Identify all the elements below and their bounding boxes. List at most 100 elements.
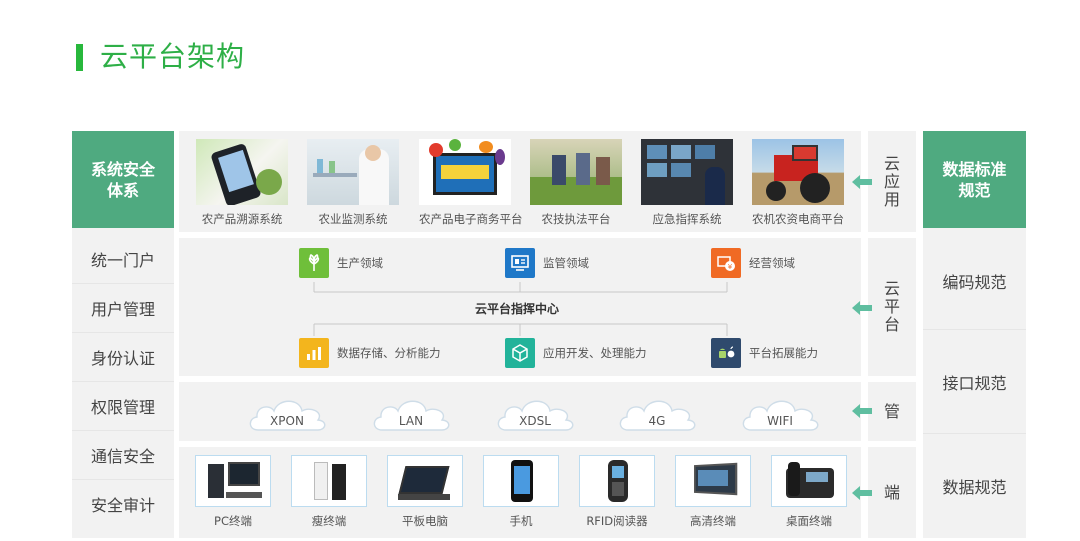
title-accent-bar [76,44,83,71]
platform-item: 生产领域 [299,248,383,278]
network-cloud: XPON [244,394,330,434]
svg-text:¥: ¥ [728,263,733,271]
security-item: 权限管理 [72,381,174,430]
standards-item: 接口规范 [923,329,1026,433]
terminal-label: PC终端 [214,514,252,528]
app-label: 农产品溯源系统 [201,212,283,226]
monitoring-photo [307,139,399,205]
page-title: 云平台架构 [100,40,246,73]
platform-item-label: 生产领域 [337,256,383,270]
layer-label-text: 管 [883,401,900,421]
hd-terminal-icon [675,455,751,507]
arrow-left-icon [852,301,872,315]
platform-item: 监管领域 [505,248,589,278]
platform-item-label: 数据存储、分析能力 [337,346,441,360]
desk-phone-icon [771,455,847,507]
terminal-card: RFID阅读器 [579,455,655,529]
app-label: 农技执法平台 [541,212,611,226]
tractor-photo [752,139,844,205]
network-layer-panel: XPON LAN XDSL 4G WIFI [179,382,861,441]
app-label: 应急指挥系统 [652,212,722,226]
standards-column: 数据标准规范 编码规范 接口规范 数据规范 [923,131,1026,538]
security-header: 系统安全体系 [72,131,174,228]
terminal-card: 高清终端 [675,455,751,529]
terminal-card: PC终端 [195,455,271,529]
app-card: 农产品电子商务平台 [419,139,523,227]
terminal-label: 手机 [509,514,533,528]
network-cloud: WIFI [737,394,823,434]
platform-item: 平台拓展能力 [711,338,818,368]
network-cloud: LAN [368,394,454,434]
terminal-label: 桌面终端 [786,514,832,528]
network-cloud: XDSL [492,394,578,434]
ecommerce-photo [419,139,511,205]
arrow-left-icon [852,175,872,189]
layer-label-text: 端 [883,482,900,502]
network-label: XPON [270,414,304,428]
platform-item: 应用开发、处理能力 [505,338,647,368]
rfid-reader-icon [579,455,655,507]
platform-item-label: 经营领域 [749,256,795,270]
tablet-icon [387,455,463,507]
app-layer-panel: 农产品溯源系统 农业监测系统 农产品电子商务平台 农技执法平台 应急指挥系统 农… [179,131,861,232]
network-cloud: 4G [614,394,700,434]
terminal-label: 高清终端 [690,514,736,528]
layer-label-platform: 云平台 [868,238,916,376]
wheat-icon [299,248,329,278]
platform-item: 数据存储、分析能力 [299,338,441,368]
layer-label-app: 云应用 [868,131,916,232]
layer-label-text: 云应用 [883,153,900,209]
monitor-icon [505,248,535,278]
security-column: 系统安全体系 统一门户 用户管理 身份认证 权限管理 通信安全 安全审计 [72,131,174,538]
standards-item: 编码规范 [942,273,1007,292]
platform-item-label: 平台拓展能力 [749,346,818,360]
command-photo [641,139,733,205]
terminal-card: 手机 [483,455,559,529]
app-card: 农业监测系统 [307,139,399,227]
app-card: 农技执法平台 [530,139,622,227]
app-card: 农产品溯源系统 [196,139,288,227]
security-item: 统一门户 [90,250,155,270]
app-card: 农机农资电商平台 [752,139,844,227]
security-item: 用户管理 [72,283,174,332]
standards-item: 数据规范 [923,433,1026,538]
arrow-left-icon [852,404,872,418]
arrow-left-icon [852,486,872,500]
security-item: 身份认证 [72,332,174,381]
platform-item: ¥ 经营领域 [711,248,795,278]
terminal-label: 瘦终端 [311,514,347,528]
standards-header: 数据标准规范 [923,131,1026,228]
command-center-label: 云平台指挥中心 [475,302,560,316]
app-label: 农业监测系统 [318,212,388,226]
layer-label-text: 云平台 [883,279,900,334]
platform-layer-panel: 生产领域 监管领域 ¥ 经营领域 云平台指挥中心 数据存储、分析能力 应用开发、… [179,238,861,376]
layer-label-network: 管 [868,382,916,441]
app-label: 农产品电子商务平台 [419,212,523,226]
terminal-label: 平板电脑 [402,514,448,528]
security-item: 安全审计 [72,479,174,528]
enforcement-photo [530,139,622,205]
box-icon [505,338,535,368]
terminal-card: 桌面终端 [771,455,847,529]
layer-label-terminal: 端 [868,447,916,538]
thin-client-icon [291,455,367,507]
traceability-photo [196,139,288,205]
money-icon: ¥ [711,248,741,278]
network-label: XDSL [519,414,551,428]
terminal-card: 瘦终端 [291,455,367,529]
platform-item-label: 应用开发、处理能力 [543,346,647,360]
platform-item-label: 监管领域 [543,256,589,270]
android-apple-icon [711,338,741,368]
security-item: 通信安全 [72,430,174,479]
app-label: 农机农资电商平台 [752,212,844,226]
app-card: 应急指挥系统 [641,139,733,227]
terminal-layer-panel: PC终端 瘦终端 平板电脑 手机 RFID阅读器 高清终端 桌面终端 [179,447,861,538]
terminal-label: RFID阅读器 [586,514,648,528]
data-icon [299,338,329,368]
phone-icon [483,455,559,507]
network-label: 4G [648,414,666,428]
terminal-card: 平板电脑 [387,455,463,529]
pc-icon [195,455,271,507]
network-label: LAN [398,414,424,428]
network-label: WIFI [767,414,793,428]
